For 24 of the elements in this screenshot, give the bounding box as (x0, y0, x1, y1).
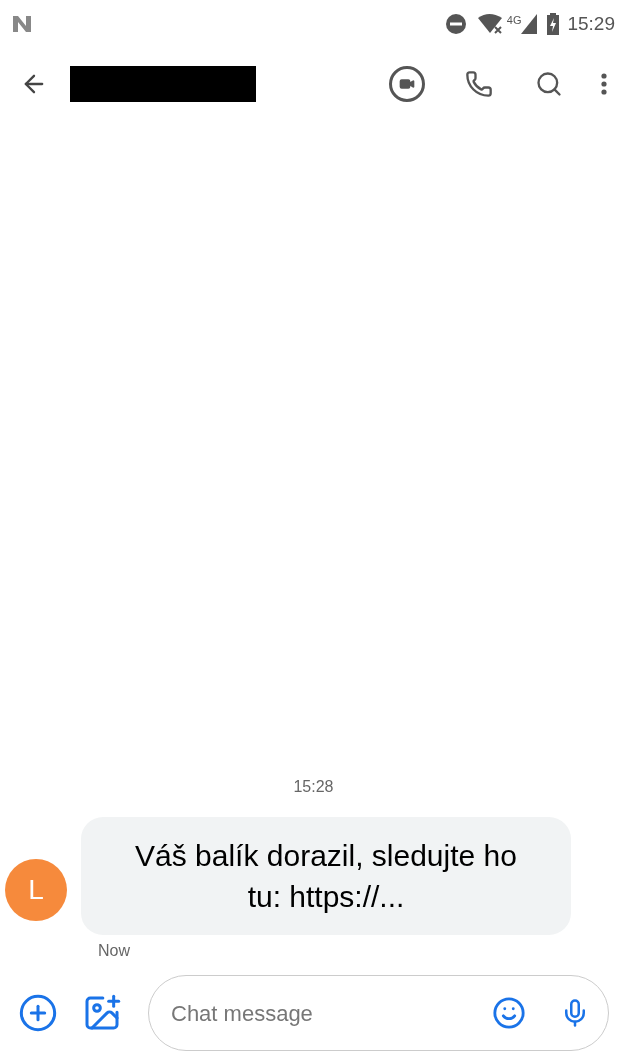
wifi-off-icon (476, 13, 503, 35)
add-button[interactable] (18, 993, 58, 1033)
emoji-button[interactable] (492, 996, 526, 1030)
message-time: Now (98, 941, 131, 961)
avatar: L (5, 859, 67, 921)
signal-icon (521, 14, 538, 34)
status-time: 15:29 (567, 11, 615, 36)
message-bubble: Váš balík dorazil, sledujte ho tu: https://... (81, 817, 571, 935)
search-button[interactable] (535, 70, 563, 98)
plus-icon (18, 993, 58, 1033)
network-type-label: 4G (506, 13, 522, 28)
conversation-timestamp: 15:28 (292, 777, 335, 797)
battery-charging-icon (547, 13, 560, 35)
menu-button[interactable] (601, 73, 607, 95)
menu-icon (601, 73, 607, 95)
video-call-button[interactable] (389, 66, 425, 102)
phone-icon (465, 70, 493, 98)
emoji-icon (492, 996, 526, 1030)
phone-button[interactable] (465, 70, 493, 98)
do-not-disturb-icon (444, 13, 467, 35)
search-icon (535, 70, 563, 98)
message-input[interactable]: Chat message (171, 996, 492, 1030)
notification-icon (12, 15, 34, 33)
video-camera-icon (399, 76, 415, 92)
